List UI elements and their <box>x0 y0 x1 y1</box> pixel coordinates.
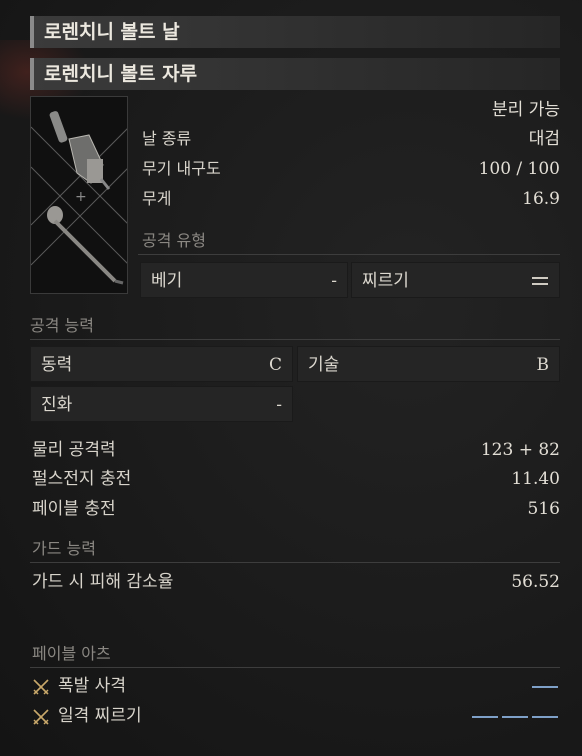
motivity-cell: 동력 C <box>30 346 293 382</box>
guard-reduction-value: 56.52 <box>511 572 560 592</box>
technique-label: 기술 <box>308 355 340 375</box>
fable-cost-bar <box>472 716 498 718</box>
fable-art-label: 일격 찌르기 <box>58 706 142 726</box>
fable-charge-value: 516 <box>527 499 560 519</box>
advance-cell: 진화 - <box>30 386 293 422</box>
fable-arts-divider <box>30 667 560 668</box>
advance-grade: - <box>276 395 282 415</box>
guard-reduction-label: 가드 시 피해 감소율 <box>32 572 174 592</box>
slash-label: 베기 <box>151 271 183 291</box>
guard-ability-title: 가드 능력 <box>32 539 96 558</box>
technique-grade: B <box>536 355 550 375</box>
attack-ability-title: 공격 능력 <box>30 316 94 335</box>
fable-cost-bar <box>532 716 558 718</box>
attack-ability-divider <box>30 339 560 340</box>
motivity-label: 동력 <box>41 355 73 375</box>
blade-type-label: 날 종류 <box>142 129 192 148</box>
fable-arts-title: 페이블 아츠 <box>32 644 111 663</box>
weight-value: 16.9 <box>522 189 560 209</box>
handle-name-title: 로렌치니 볼트 자루 <box>30 58 560 90</box>
separable-text: 분리 가능 <box>492 100 560 120</box>
durability-label: 무기 내구도 <box>142 159 221 178</box>
motivity-grade: C <box>268 355 282 375</box>
fable-charge-label: 페이블 충전 <box>32 499 116 519</box>
fable-art-label: 폭발 사격 <box>58 676 126 696</box>
slash-value: - <box>331 271 337 291</box>
attack-type-title: 공격 유형 <box>142 231 206 250</box>
fable-cost-bar <box>532 686 558 688</box>
advance-label: 진화 <box>41 395 73 415</box>
crossed-swords-icon <box>33 709 49 725</box>
pulse-charge-label: 펄스전지 충전 <box>32 469 132 489</box>
blade-name-title: 로렌치니 볼트 날 <box>30 16 560 48</box>
technique-cell: 기술 B <box>297 346 560 382</box>
pierce-cell: 찌르기 <box>351 262 560 298</box>
pulse-charge-value: 11.40 <box>511 469 560 489</box>
physical-attack-label: 물리 공격력 <box>32 440 116 460</box>
weight-label: 무게 <box>142 189 172 208</box>
fable-cost-bar <box>502 716 528 718</box>
svg-text:+: + <box>75 189 87 205</box>
pierce-label: 찌르기 <box>362 271 409 291</box>
equals-icon <box>531 263 549 312</box>
attack-type-divider <box>138 254 560 255</box>
weapon-illustration: + <box>31 111 127 285</box>
blade-type-value: 대검 <box>528 129 560 149</box>
guard-divider <box>30 562 560 563</box>
slash-cell: 베기 - <box>140 262 348 298</box>
weapon-image: + <box>30 96 128 294</box>
physical-attack-value: 123 + 82 <box>480 440 560 460</box>
crossed-swords-icon <box>33 679 49 695</box>
durability-value: 100 / 100 <box>478 159 560 179</box>
